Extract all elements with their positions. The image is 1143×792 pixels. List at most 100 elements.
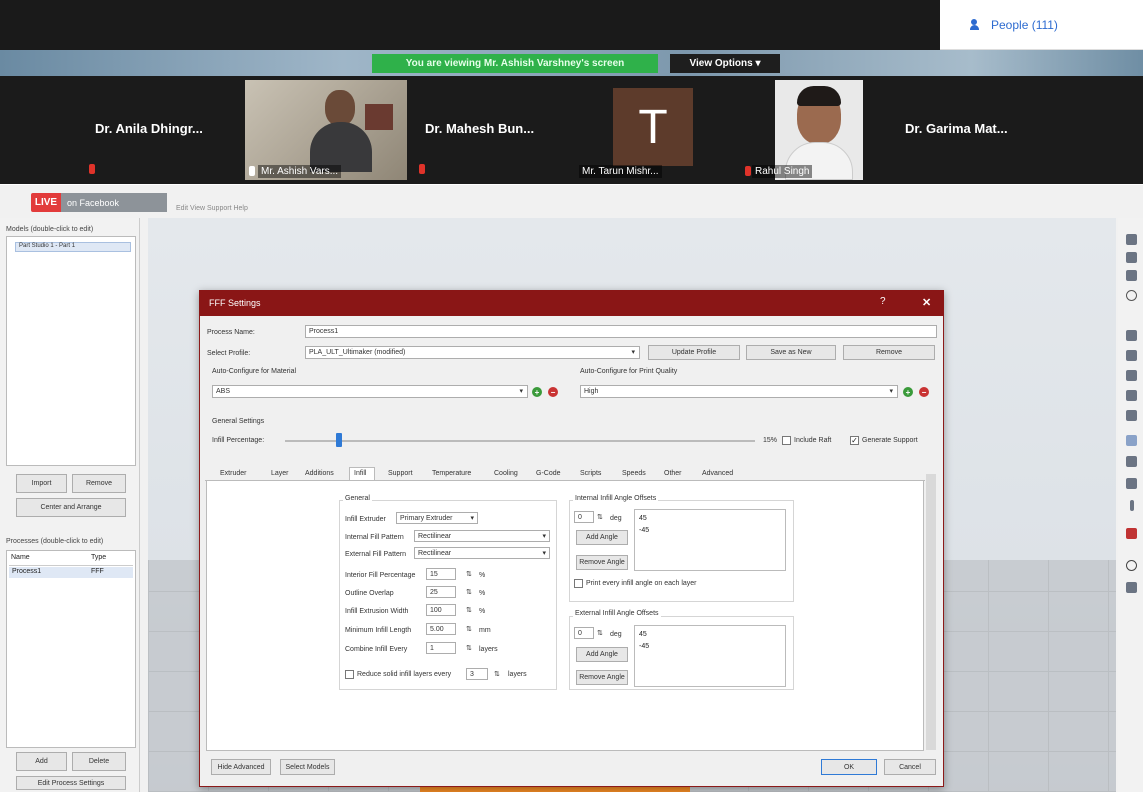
- tab-infill[interactable]: Infill: [354, 470, 366, 477]
- select-profile-dropdown[interactable]: PLA_ULT_Ultimaker (modified) ▾: [305, 346, 640, 359]
- section-tool-icon[interactable]: [1126, 435, 1137, 446]
- measure-tool-icon[interactable]: [1126, 478, 1137, 489]
- ok-button[interactable]: OK: [821, 759, 877, 775]
- spin-arrows-icon[interactable]: ⇅: [597, 629, 603, 637]
- remove-profile-button[interactable]: Remove: [843, 345, 935, 360]
- delete-process-button[interactable]: Delete: [72, 752, 126, 771]
- tab-speeds[interactable]: Speeds: [622, 470, 646, 477]
- view-back-icon[interactable]: [1126, 350, 1137, 361]
- angle-item[interactable]: 45: [639, 631, 647, 638]
- tab-support[interactable]: Support: [388, 470, 413, 477]
- remove-external-angle-button[interactable]: Remove Angle: [576, 670, 628, 685]
- tab-extruder[interactable]: Extruder: [220, 470, 246, 477]
- min-infill-length-input[interactable]: 5.00: [426, 623, 456, 635]
- mesh-tool-icon[interactable]: [1126, 582, 1137, 593]
- internal-pattern-dropdown[interactable]: Rectilinear ▾: [414, 530, 550, 542]
- color-tool-icon[interactable]: [1126, 528, 1137, 539]
- material-dropdown[interactable]: ABS ▾: [212, 385, 528, 398]
- spin-arrows-icon[interactable]: ⇅: [494, 670, 500, 678]
- close-button[interactable]: ✕: [922, 296, 931, 309]
- spin-arrows-icon[interactable]: ⇅: [466, 588, 472, 596]
- infill-slider-track[interactable]: [285, 440, 755, 442]
- tab-cooling[interactable]: Cooling: [494, 470, 518, 477]
- external-angles-list[interactable]: 45 -45: [634, 625, 786, 687]
- reduce-solid-input[interactable]: 3: [466, 668, 488, 680]
- spin-arrows-icon[interactable]: ⇅: [466, 625, 472, 633]
- extrusion-width-input[interactable]: 100: [426, 604, 456, 616]
- external-angle-input[interactable]: 0: [574, 627, 594, 639]
- participant-name: Dr. Anila Dhingr...: [95, 121, 203, 136]
- external-pattern-dropdown[interactable]: Rectilinear ▾: [414, 547, 550, 559]
- angle-item[interactable]: -45: [639, 527, 649, 534]
- view-left-icon[interactable]: [1126, 370, 1137, 381]
- rotate-tool-icon[interactable]: [1126, 290, 1137, 301]
- spin-arrows-icon[interactable]: ⇅: [466, 570, 472, 578]
- model-item[interactable]: Part Studio 1 - Part 1: [15, 242, 131, 252]
- spin-arrows-icon[interactable]: ⇅: [466, 606, 472, 614]
- view-iso-icon[interactable]: [1126, 456, 1137, 467]
- edit-process-button[interactable]: Edit Process Settings: [16, 776, 126, 790]
- processes-list[interactable]: Name Type Process1 FFF: [6, 550, 136, 748]
- remove-quality-icon[interactable]: −: [919, 387, 929, 397]
- remove-model-button[interactable]: Remove: [72, 474, 126, 493]
- generate-support-checkbox[interactable]: ✓: [850, 436, 859, 445]
- help-button[interactable]: ?: [880, 296, 886, 307]
- outline-overlap-input[interactable]: 25: [426, 586, 456, 598]
- reduce-solid-checkbox[interactable]: [345, 670, 354, 679]
- add-external-angle-button[interactable]: Add Angle: [576, 647, 628, 662]
- add-material-icon[interactable]: +: [532, 387, 542, 397]
- infill-slider-handle[interactable]: [336, 433, 342, 447]
- angle-item[interactable]: -45: [639, 643, 649, 650]
- support-tool-icon[interactable]: [1130, 500, 1134, 511]
- tab-layer[interactable]: Layer: [271, 470, 289, 477]
- hide-advanced-button[interactable]: Hide Advanced: [211, 759, 271, 775]
- external-pattern-value: Rectilinear: [418, 549, 452, 557]
- people-button[interactable]: People (111): [940, 0, 1143, 50]
- view-right-icon[interactable]: [1126, 390, 1137, 401]
- print-every-angle-checkbox[interactable]: [574, 579, 583, 588]
- angle-item[interactable]: 45: [639, 515, 647, 522]
- view-front-icon[interactable]: [1126, 330, 1137, 341]
- tab-other[interactable]: Other: [664, 470, 682, 477]
- spin-arrows-icon[interactable]: ⇅: [466, 644, 472, 652]
- interior-fill-input[interactable]: 15: [426, 568, 456, 580]
- select-tool-icon[interactable]: [1126, 234, 1137, 245]
- move-tool-icon[interactable]: [1126, 252, 1137, 263]
- remove-material-icon[interactable]: −: [548, 387, 558, 397]
- process-row[interactable]: Process1 FFF: [9, 567, 133, 578]
- process-name-input[interactable]: Process1: [305, 325, 937, 338]
- tab-scripts[interactable]: Scripts: [580, 470, 601, 477]
- import-button[interactable]: Import: [16, 474, 67, 493]
- tab-temperature[interactable]: Temperature: [432, 470, 471, 477]
- view-top-icon[interactable]: [1126, 410, 1137, 421]
- infill-extruder-dropdown[interactable]: Primary Extruder ▾: [396, 512, 478, 524]
- combine-infill-input[interactable]: 1: [426, 642, 456, 654]
- tab-gcode[interactable]: G-Code: [536, 470, 561, 477]
- view-options-button[interactable]: View Options ▾: [670, 54, 780, 73]
- save-as-new-button[interactable]: Save as New: [746, 345, 836, 360]
- internal-angles-list[interactable]: 45 -45: [634, 509, 786, 571]
- include-raft-checkbox[interactable]: [782, 436, 791, 445]
- infill-extruder-label: Infill Extruder: [345, 516, 386, 523]
- quality-dropdown[interactable]: High ▾: [580, 385, 898, 398]
- reset-view-icon[interactable]: [1126, 560, 1137, 571]
- cancel-button[interactable]: Cancel: [884, 759, 936, 775]
- chevron-down-icon: ▾: [889, 388, 893, 395]
- tab-additions[interactable]: Additions: [305, 470, 334, 477]
- add-process-button[interactable]: Add: [16, 752, 67, 771]
- menu-bar[interactable]: Edit View Support Help: [176, 205, 248, 212]
- update-profile-button[interactable]: Update Profile: [648, 345, 740, 360]
- panel-scrollbar[interactable]: [926, 474, 936, 750]
- spin-arrows-icon[interactable]: ⇅: [597, 513, 603, 521]
- remove-internal-angle-button[interactable]: Remove Angle: [576, 555, 628, 570]
- tab-advanced[interactable]: Advanced: [702, 470, 733, 477]
- scale-tool-icon[interactable]: [1126, 270, 1137, 281]
- print-every-angle-label: Print every infill angle on each layer: [586, 580, 697, 587]
- center-arrange-button[interactable]: Center and Arrange: [16, 498, 126, 517]
- add-angle-label: Add Angle: [586, 651, 618, 658]
- models-list[interactable]: Part Studio 1 - Part 1: [6, 236, 136, 466]
- add-internal-angle-button[interactable]: Add Angle: [576, 530, 628, 545]
- select-models-button[interactable]: Select Models: [280, 759, 335, 775]
- internal-angle-input[interactable]: 0: [574, 511, 594, 523]
- add-quality-icon[interactable]: +: [903, 387, 913, 397]
